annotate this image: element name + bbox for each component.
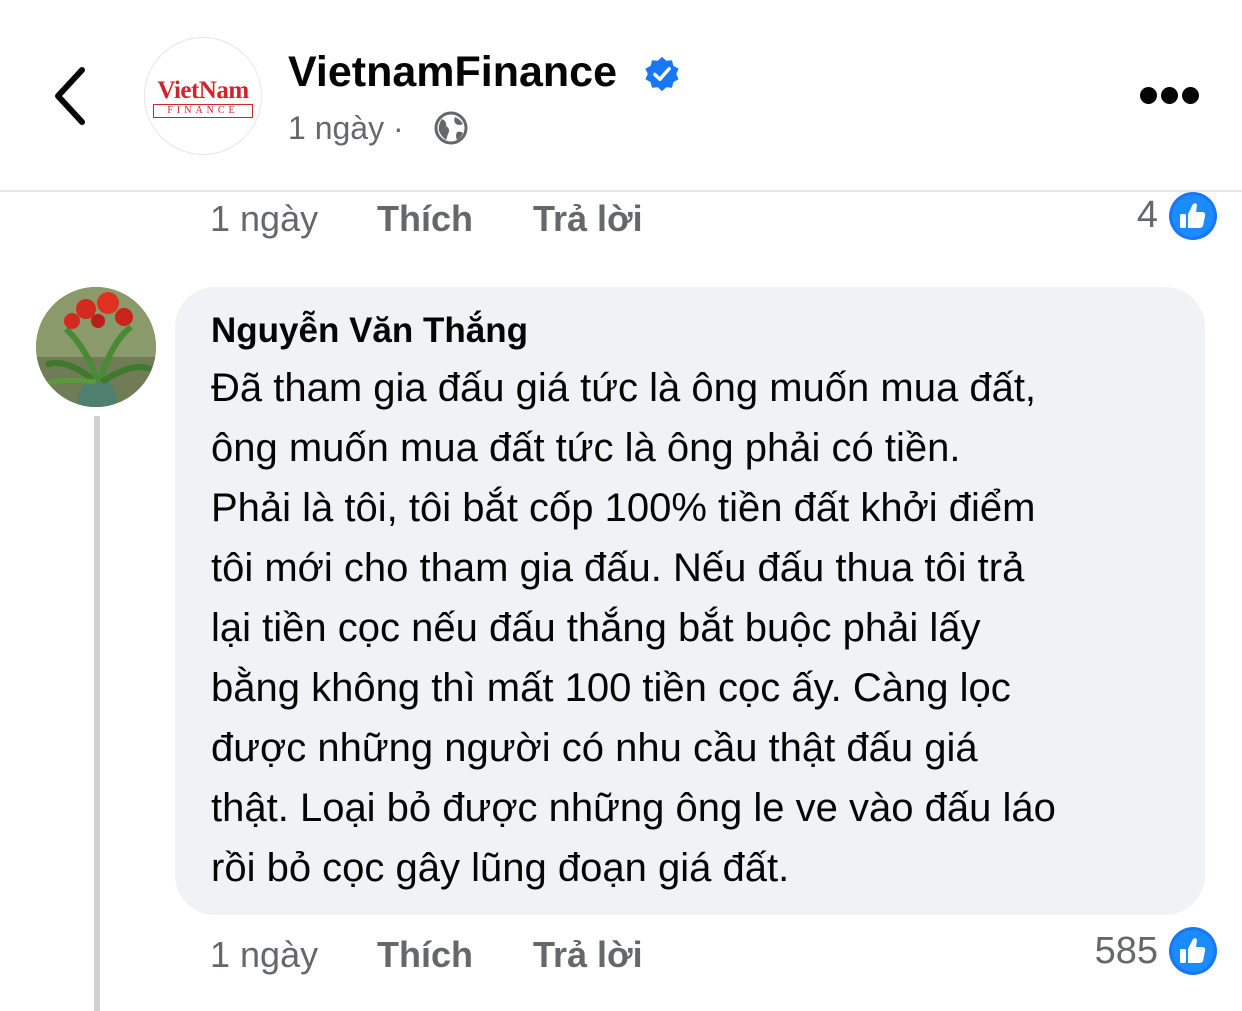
comment-text: Đã tham gia đấu giá tức là ông muốn mua … (211, 358, 1196, 898)
logo-text-top: VietNam (157, 77, 249, 104)
back-button[interactable] (48, 62, 92, 130)
reaction-count[interactable]: 4 (1100, 192, 1158, 238)
reply-button[interactable]: Trả lời (533, 932, 643, 978)
comment-line: được những người có nhu cầu thật đấu giá (211, 726, 978, 770)
like-button[interactable]: Thích (377, 196, 473, 242)
comment-time: 1 ngày (210, 934, 319, 975)
comment-line: Đã tham gia đấu giá tức là ông muốn mua … (211, 366, 1037, 410)
comment-line: Phải là tôi, tôi bắt cốp 100% tiền đất k… (211, 486, 1036, 530)
reply-button[interactable]: Trả lời (533, 196, 643, 242)
comment-line: rồi bỏ cọc gây lũng đoạn giá đất. (211, 846, 790, 890)
logo-text-bottom: FINANCE (153, 104, 253, 118)
globe-icon (434, 111, 468, 145)
comment-line: tôi mới cho tham gia đấu. Nếu đấu thua t… (211, 546, 1025, 590)
header-divider (0, 190, 1242, 192)
comment-author[interactable]: Nguyễn Văn Thắng (211, 308, 528, 354)
comment-line: lại tiền cọc nếu đấu thắng bắt buộc phải… (211, 606, 981, 650)
avatar[interactable] (36, 287, 156, 407)
avatar-image (36, 287, 156, 407)
post-header: VietNam FINANCE VietnamFinance 1 ngày · (0, 0, 1242, 190)
comment-line: bằng không thì mất 100 tiền cọc ấy. Càng… (211, 666, 1011, 710)
post-time: 1 ngày · (288, 108, 404, 148)
comment-line: thật. Loại bỏ được những ông le ve vào đ… (211, 786, 1056, 830)
separator-dot: · (392, 110, 404, 146)
post-time-text: 1 ngày (288, 110, 385, 146)
thread-line (94, 416, 100, 1011)
like-reaction-icon[interactable] (1168, 191, 1218, 241)
chevron-left-icon (55, 67, 85, 125)
like-reaction-icon[interactable] (1168, 926, 1218, 976)
more-options-button[interactable] (1140, 87, 1200, 105)
reaction-count[interactable]: 585 (1040, 928, 1158, 974)
comment-time: 1 ngày (210, 198, 319, 239)
page-name[interactable]: VietnamFinance (288, 46, 617, 98)
comment-line: ông muốn mua đất tức là ông phải có tiền… (211, 426, 961, 470)
more-horizontal-icon (1140, 87, 1157, 104)
page-avatar[interactable]: VietNam FINANCE (144, 37, 262, 155)
verified-badge-icon (645, 56, 679, 92)
like-button[interactable]: Thích (377, 932, 473, 978)
